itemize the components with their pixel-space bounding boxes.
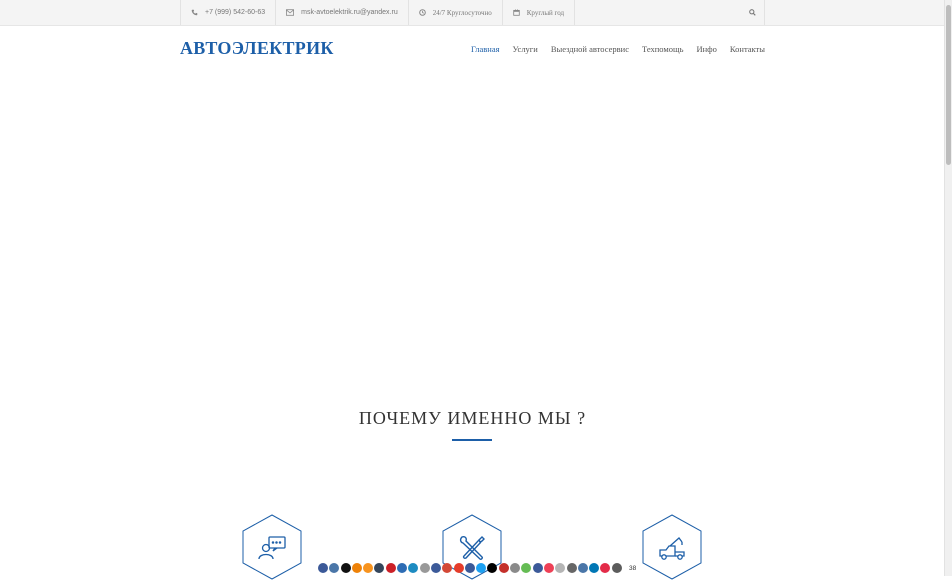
phone-number: +7 (999) 542-60-63	[205, 9, 266, 16]
title-underline	[452, 439, 492, 441]
page-scrollbar[interactable]	[944, 0, 952, 576]
share-icon[interactable]	[577, 563, 588, 573]
nav-item-home[interactable]: Главная	[471, 44, 500, 54]
share-icon[interactable]	[476, 563, 487, 573]
share-buttons: 38	[318, 563, 636, 573]
topbar-phone[interactable]: +7 (999) 542-60-63	[180, 0, 275, 25]
calendar-icon	[513, 9, 520, 16]
share-icon[interactable]	[408, 563, 419, 573]
share-icon[interactable]	[543, 563, 554, 573]
nav-item-info[interactable]: Инфо	[696, 44, 716, 54]
share-icon[interactable]	[363, 563, 374, 573]
share-icon[interactable]	[318, 563, 328, 573]
share-icon[interactable]	[521, 563, 532, 573]
topbar-days: Круглый год	[501, 0, 574, 25]
search-icon	[748, 9, 756, 16]
tow-truck-icon	[659, 537, 685, 560]
section-title: ПОЧЕМУ ИМЕННО МЫ ?	[358, 408, 587, 428]
site-logo[interactable]: АВТОЭЛЕКТРИК	[180, 38, 334, 59]
share-icon[interactable]	[566, 563, 577, 573]
share-icon[interactable]	[374, 563, 385, 573]
main-nav: Главная Услуги Выездной автосервис Техпо…	[471, 44, 765, 54]
working-hours: 24/7 Круглосуточно	[432, 8, 492, 17]
clock-icon	[418, 9, 426, 16]
share-icon[interactable]	[453, 563, 464, 573]
share-count: 38	[629, 564, 637, 572]
top-bar-inner: +7 (999) 542-60-63 msk-avtoelektrik.ru@y…	[180, 0, 765, 25]
share-icon[interactable]	[419, 563, 430, 573]
share-icon[interactable]	[397, 563, 408, 573]
share-icon[interactable]	[532, 563, 543, 573]
nav-item-services[interactable]: Услуги	[513, 44, 538, 54]
topbar-hours: 24/7 Круглосуточно	[407, 0, 502, 25]
search-button[interactable]	[740, 0, 765, 25]
share-icon[interactable]	[329, 563, 340, 573]
consultant-icon	[258, 536, 286, 560]
email-address: msk-avtoelektrik.ru@yandex.ru	[301, 9, 398, 16]
topbar-email[interactable]: msk-avtoelektrik.ru@yandex.ru	[275, 0, 408, 25]
feature-consultant	[242, 514, 302, 580]
share-icon[interactable]	[611, 563, 622, 573]
share-icon[interactable]	[589, 563, 600, 573]
share-icon[interactable]	[430, 563, 441, 573]
share-icon[interactable]	[487, 563, 498, 573]
nav-item-mobile-service[interactable]: Выездной автосервис	[551, 44, 629, 54]
phone-icon	[191, 9, 198, 16]
top-bar: +7 (999) 542-60-63 msk-avtoelektrik.ru@y…	[0, 0, 945, 26]
share-icon[interactable]	[498, 563, 509, 573]
feature-tow-truck	[642, 514, 702, 580]
share-icon[interactable]	[600, 563, 611, 573]
share-icon[interactable]	[351, 563, 362, 573]
working-days: Круглый год	[526, 8, 565, 17]
nav-item-contacts[interactable]: Контакты	[730, 44, 765, 54]
envelope-icon	[286, 9, 295, 16]
topbar-spacer	[574, 0, 740, 25]
share-icon[interactable]	[510, 563, 521, 573]
share-icon[interactable]	[555, 563, 566, 573]
share-icon[interactable]	[464, 563, 475, 573]
share-icon[interactable]	[385, 563, 396, 573]
share-icon[interactable]	[340, 563, 351, 573]
share-icon[interactable]	[442, 563, 453, 573]
scrollbar-thumb[interactable]	[946, 5, 951, 165]
nav-item-tech-help[interactable]: Техпомощь	[642, 44, 683, 54]
tools-icon	[459, 536, 485, 560]
